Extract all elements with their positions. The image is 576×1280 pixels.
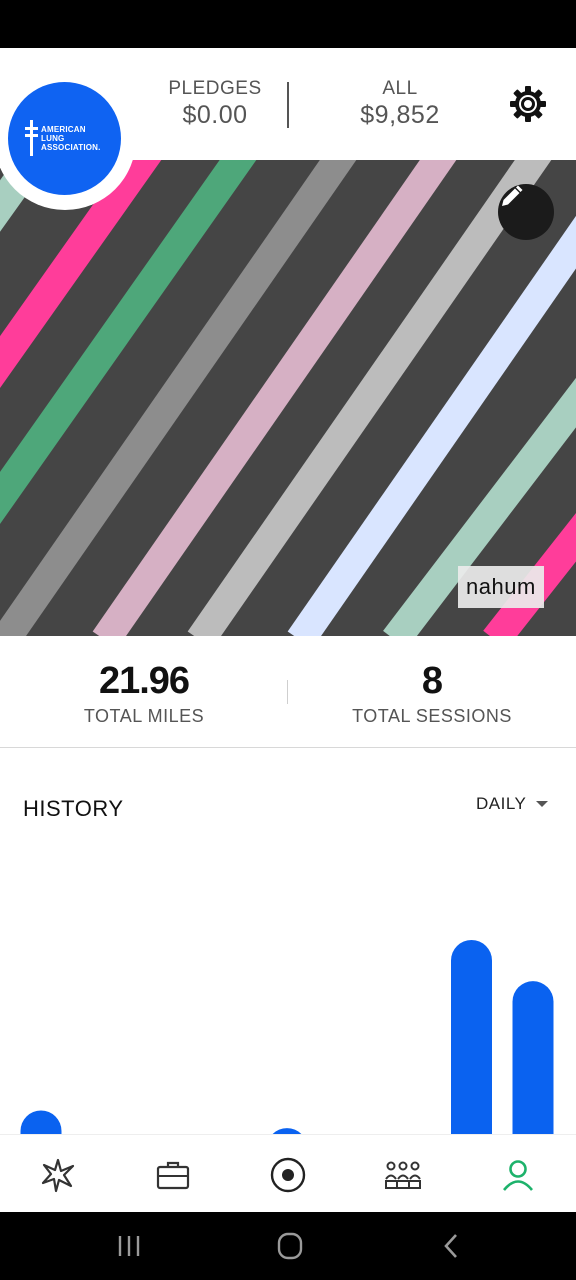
range-dropdown[interactable]: DAILY xyxy=(476,794,549,814)
totals-divider xyxy=(287,680,288,704)
profile-icon xyxy=(502,1160,534,1191)
briefcase-icon xyxy=(156,1161,190,1190)
range-label: DAILY xyxy=(476,794,527,813)
total-miles-value: 21.96 xyxy=(98,660,190,702)
settings-button[interactable] xyxy=(508,84,548,124)
team-icon xyxy=(385,1161,421,1189)
chart-bar xyxy=(20,1110,62,1134)
history-title: HISTORY xyxy=(23,796,124,821)
all-label: ALL xyxy=(382,78,418,99)
edit-banner-button[interactable] xyxy=(498,184,554,240)
back-button[interactable] xyxy=(434,1230,470,1262)
nav-item-teams[interactable] xyxy=(381,1153,425,1197)
total-miles: 21.96 TOTAL MILES xyxy=(24,658,264,728)
chart-bar xyxy=(512,981,554,1134)
nav-item-record[interactable] xyxy=(266,1153,310,1197)
chart-bar xyxy=(451,939,492,1134)
striped-pattern xyxy=(0,160,576,636)
pencil-icon xyxy=(502,185,523,206)
header-divider xyxy=(287,82,289,128)
home-button[interactable] xyxy=(272,1230,308,1262)
pledges-value: $0.00 xyxy=(182,101,248,129)
total-sessions-value: 8 xyxy=(421,660,443,702)
recent-apps-button[interactable] xyxy=(112,1230,148,1262)
total-sessions: 8 TOTAL SESSIONS xyxy=(312,658,552,728)
all-stat[interactable]: ALL $9,852 xyxy=(335,78,465,130)
record-icon xyxy=(270,1157,306,1193)
organization-logo[interactable]: AMERICAN LUNG ASSOCIATION. xyxy=(8,82,121,195)
total-miles-label: TOTAL MILES xyxy=(83,706,205,726)
all-value: $9,852 xyxy=(360,101,440,129)
lorraine-cross-icon xyxy=(25,120,38,156)
nav-item-profile[interactable] xyxy=(496,1153,540,1197)
sparkle-icon xyxy=(41,1158,75,1193)
nav-item-highlights[interactable] xyxy=(36,1153,80,1197)
caret-down-icon xyxy=(536,801,549,807)
gear-icon xyxy=(510,86,546,122)
system-navigation-bar xyxy=(0,1212,576,1280)
recent-apps-icon xyxy=(118,1236,140,1256)
nav-item-causes[interactable] xyxy=(151,1153,195,1197)
history-chart-svg xyxy=(20,939,554,1149)
username-tag: nahum xyxy=(458,566,544,608)
status-bar xyxy=(0,0,576,48)
bottom-navigation xyxy=(0,1134,576,1212)
profile-banner: nahum xyxy=(0,160,576,636)
pledges-stat[interactable]: PLEDGES $0.00 xyxy=(150,78,280,130)
total-sessions-label: TOTAL SESSIONS xyxy=(352,706,512,726)
history-chart xyxy=(0,840,576,1149)
totals-panel: 21.96 TOTAL MILES 8 TOTAL SESSIONS xyxy=(0,636,576,748)
pledges-label: PLEDGES xyxy=(168,78,262,99)
back-icon xyxy=(444,1234,457,1258)
home-icon xyxy=(277,1232,303,1260)
logo-text: AMERICAN LUNG ASSOCIATION. xyxy=(41,125,101,152)
